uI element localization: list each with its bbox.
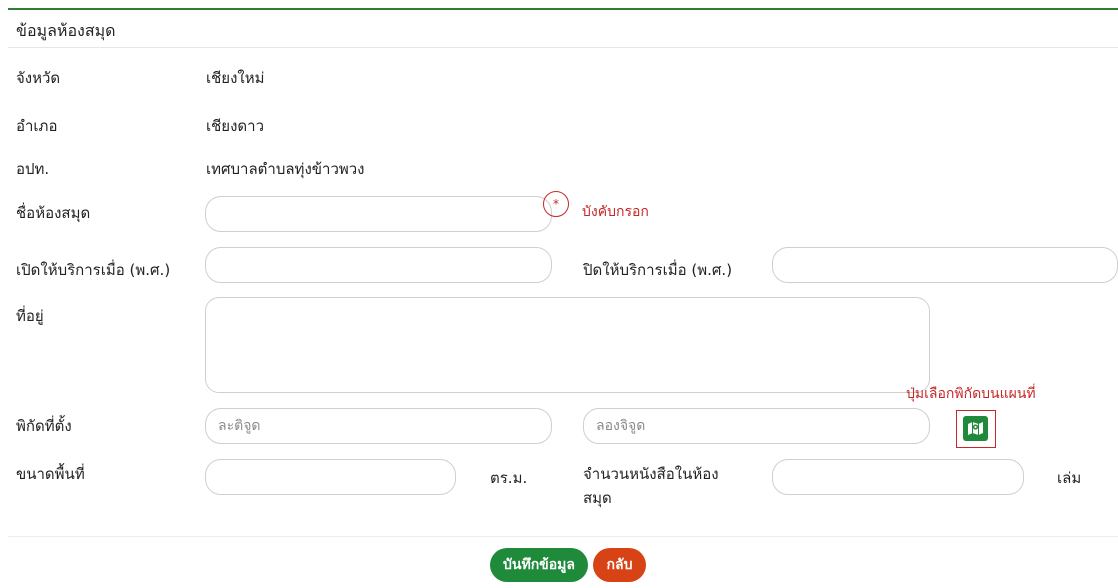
- map-marker-icon: [968, 422, 983, 435]
- map-button-highlight: [956, 410, 996, 448]
- longitude-input[interactable]: [583, 408, 930, 444]
- address-textarea[interactable]: [205, 297, 930, 393]
- coordinates-label: พิกัดที่ตั้ง: [16, 417, 72, 435]
- close-year-input[interactable]: [772, 247, 1118, 283]
- map-picker-button[interactable]: [963, 416, 988, 441]
- address-label: ที่อยู่: [16, 307, 44, 325]
- library-name-label: ชื่อห้องสมุด: [16, 204, 91, 222]
- card-title: ข้อมูลห้องสมุด: [16, 21, 116, 40]
- save-button[interactable]: บันทึกข้อมูล: [490, 548, 588, 582]
- open-year-label: เปิดให้บริการเมื่อ (พ.ศ.): [16, 261, 171, 279]
- book-count-input[interactable]: [772, 459, 1024, 495]
- required-note: บังคับกรอก: [582, 204, 649, 220]
- area-label: ขนาดพื้นที่: [16, 465, 85, 483]
- lao-value: เทศบาลตำบลทุ่งข้าวพวง: [206, 160, 365, 178]
- close-year-label: ปิดให้บริการเมื่อ (พ.ศ.): [583, 261, 733, 279]
- district-label: อำเภอ: [16, 117, 58, 135]
- book-count-unit: เล่ม: [1057, 469, 1082, 487]
- card-footer-divider: [8, 536, 1118, 537]
- area-unit: ตร.ม.: [490, 469, 528, 487]
- book-count-label: จำนวนหนังสือในห้อง สมุด: [583, 465, 719, 507]
- province-value: เชียงใหม่: [206, 69, 265, 87]
- back-button[interactable]: กลับ: [593, 548, 646, 582]
- map-button-note: ปุ่มเลือกพิกัดบนแผนที่: [906, 386, 1036, 402]
- card-header: ข้อมูลห้องสมุด: [8, 10, 1118, 48]
- open-year-input[interactable]: [205, 247, 552, 283]
- library-name-input[interactable]: [205, 196, 552, 232]
- latitude-input[interactable]: [205, 408, 552, 444]
- province-label: จังหวัด: [16, 69, 61, 87]
- area-input[interactable]: [205, 459, 456, 495]
- district-value: เชียงดาว: [206, 117, 265, 135]
- required-asterisk-icon: *: [543, 191, 569, 217]
- lao-label: อปท.: [16, 160, 50, 178]
